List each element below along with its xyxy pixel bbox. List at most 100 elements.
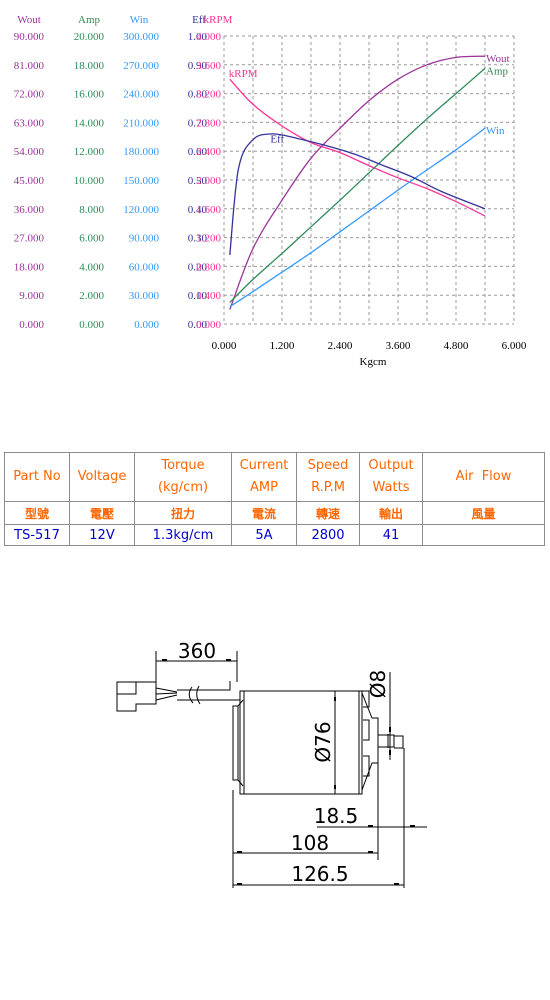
header-output: Output Watts [359,452,423,502]
y-tick-amp: 18.000 [74,60,105,72]
y-tick-krpm: 0.400 [196,290,221,302]
y-tick-wout: 18.000 [14,261,45,273]
y-tick-wout: 54.000 [14,146,45,158]
y-tick-win: 300.000 [123,31,159,43]
y-tick-amp: 20.000 [74,31,105,43]
y-tick-amp: 2.000 [79,290,104,302]
x-tick-label: 2.400 [328,340,353,352]
spec-table: Part No Voltage Torque (kg/cm) Current AMP… [4,452,545,546]
curve-label-win: Win [486,125,505,137]
dim-total-length-label: 126.5 [291,862,348,886]
x-axis: 0.000 1.200 2.400 3.600 4.800 6.000 [212,340,527,352]
dim-body-length-label: 108 [291,831,329,855]
zh-header-current: 電流 [231,501,297,525]
header-part-no: Part No [4,452,70,502]
y-tick-win: 0.000 [134,319,159,331]
y-tick-wout: 90.000 [14,31,45,43]
header-voltage: Voltage [69,452,135,502]
axis-title-win: Win [130,14,149,26]
x-tick-label: 6.000 [502,340,527,352]
value-current: 5A [231,524,297,546]
y-tick-win: 210.000 [123,117,159,129]
x-tick-label: 0.000 [212,340,237,352]
header-speed: Speed R.P.M [296,452,360,502]
x-tick-label: 4.800 [444,340,469,352]
y-tick-amp: 14.000 [74,117,105,129]
x-tick-label: 3.600 [386,340,411,352]
y-tick-krpm: 1.600 [196,204,221,216]
zh-header-voltage: 電壓 [69,501,135,525]
curve-label-krpm: kRPM [229,68,258,80]
y-tick-amp: 6.000 [79,233,104,245]
value-air-flow [422,524,545,546]
value-part-no: TS-517 [4,524,70,546]
y-tick-amp: 16.000 [74,89,105,101]
motor-dimension-drawing: 360 Ø76 Ø8 18.5 108 126.5 [116,639,427,888]
connector-plug [116,681,157,712]
y-tick-krpm: 2.000 [196,175,221,187]
dimension-shaft-length: 18.5 [314,804,427,828]
y-tick-win: 120.000 [123,204,159,216]
zh-header-speed: 轉速 [296,501,360,525]
dim-shaft-length-label: 18.5 [314,804,359,828]
x-axis-label: Kgcm [360,356,387,368]
y-tick-amp: 4.000 [79,261,104,273]
y-tick-win: 270.000 [123,60,159,72]
value-torque: 1.3kg/cm [134,524,232,546]
extension-lines [377,748,405,888]
curve-amp [229,67,486,303]
y-tick-amp: 10.000 [74,175,105,187]
y-tick-win: 60.000 [129,261,160,273]
value-output: 41 [359,524,423,546]
zh-header-torque: 扭力 [134,501,232,525]
y-tick-wout: 27.000 [14,233,45,245]
dimension-cable-length: 360 [155,639,238,682]
y-tick-wout: 0.000 [19,319,44,331]
header-torque: Torque (kg/cm) [134,452,232,502]
curve-label-eff: Eff [270,134,284,146]
y-tick-win: 90.000 [129,233,160,245]
dimension-total-length: 126.5 [233,862,404,886]
zh-header-output: 輸出 [359,501,423,525]
dim-shaft-diameter-label: Ø8 [366,670,390,698]
y-tick-krpm: 3.600 [196,60,221,72]
y-tick-win: 30.000 [129,290,160,302]
y-tick-krpm: 2.400 [196,146,221,158]
y-tick-krpm: 2.800 [196,117,221,129]
y-tick-amp: 8.000 [79,204,104,216]
y-tick-wout: 63.000 [14,117,45,129]
y-tick-krpm: 1.200 [196,233,221,245]
axis-title-wout: Wout [17,14,41,26]
y-tick-krpm: 0.000 [196,319,221,331]
y-tick-win: 240.000 [123,89,159,101]
y-tick-wout: 9.000 [19,290,44,302]
curve-label-wout: Wout [486,53,510,65]
y-tick-wout: 72.000 [14,89,45,101]
zh-header-part-no: 型號 [4,501,70,525]
header-current: Current AMP [231,452,297,502]
dim-cable-label: 360 [178,639,216,663]
y-tick-wout: 81.000 [14,60,45,72]
motor-body: Ø76 [239,690,363,795]
y-tick-win: 150.000 [123,175,159,187]
y-tick-wout: 45.000 [14,175,45,187]
dim-diameter-label: Ø76 [311,721,335,762]
y-tick-krpm: 0.800 [196,261,221,273]
curve-label-amp: Amp [486,65,509,77]
y-tick-amp: 12.000 [74,146,105,158]
spec-header-row: Part No Voltage Torque (kg/cm) Current AMP… [4,452,545,502]
y-tick-amp: 0.000 [79,319,104,331]
motor-front-flange [361,690,379,791]
value-voltage: 12V [69,524,135,546]
y-tick-krpm: 3.200 [196,89,221,101]
axis-title-krpm: kRPM [204,14,233,26]
y-tick-win: 180.000 [123,146,159,158]
curve-eff [229,133,486,255]
header-air-flow: Air Flow [422,452,545,502]
y-axes: Wout 90.000 81.000 72.000 63.000 54.000 45.000… [14,14,233,331]
cable-wires [155,681,240,705]
performance-chart: Wout 90.000 81.000 72.000 63.000 54.000 45.000… [14,14,527,368]
y-tick-krpm: 4.000 [196,31,221,43]
value-speed: 2800 [296,524,360,546]
spec-zh-header-row: 型號 電壓 扭力 電流 轉速 輸出 風量 [4,501,545,525]
